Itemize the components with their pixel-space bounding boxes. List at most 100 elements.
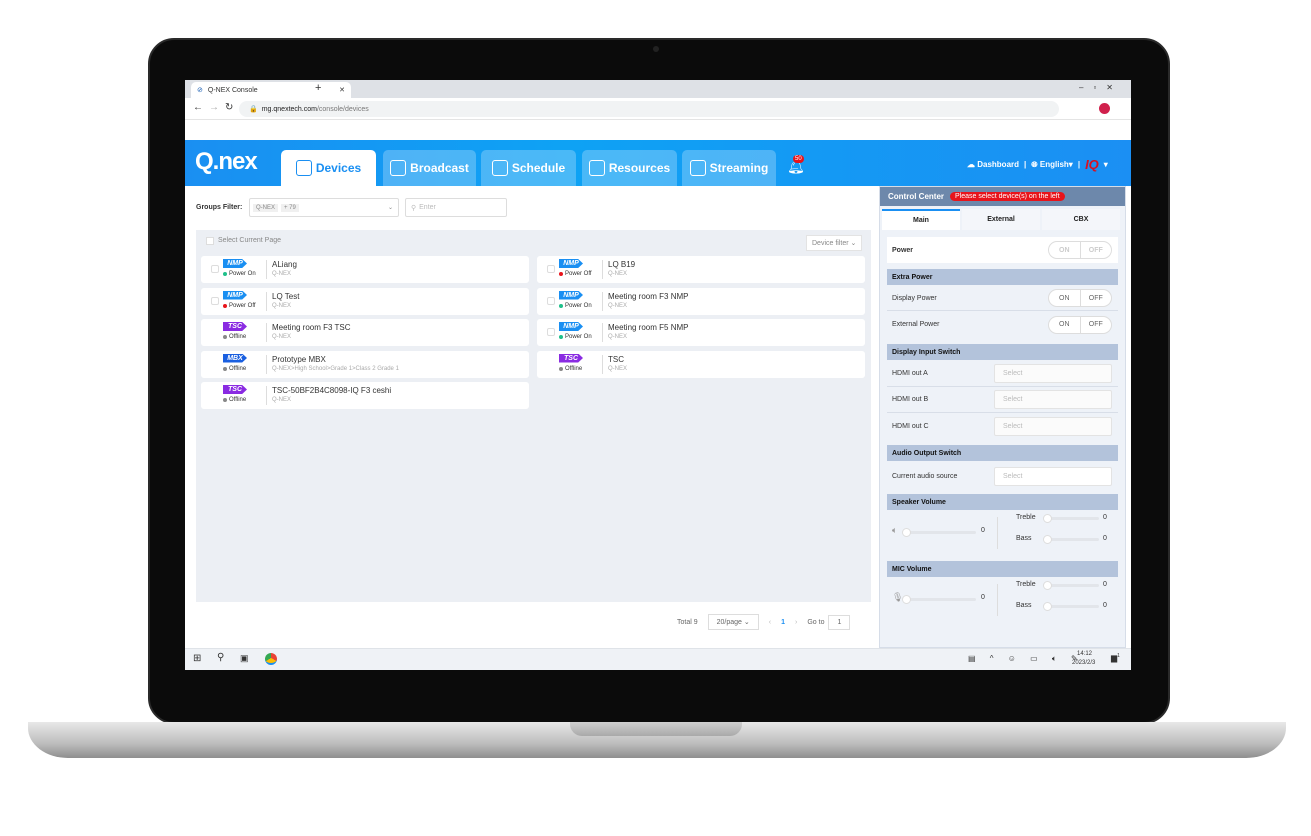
windows-taskbar: ⊞ ⚲ ▣ ▤ ^ ☺ ▭ 🔈︎ ✎ 14:12 2023/2/3 ▆1: [185, 648, 1131, 670]
warning-badge: Please select device(s) on the left: [950, 192, 1065, 201]
windows-start-icon[interactable]: ⊞: [193, 653, 201, 664]
on-option[interactable]: ON: [1049, 242, 1081, 258]
device-status: Offline: [559, 366, 582, 372]
hdmi-b-select[interactable]: Select: [994, 390, 1112, 409]
hdmi-c-select[interactable]: Select: [994, 416, 1112, 436]
page-size-select[interactable]: 20/page ⌄: [707, 614, 759, 630]
speaker-bass-slider[interactable]: [1043, 535, 1099, 544]
display-power-toggle[interactable]: ON OFF: [1048, 289, 1112, 307]
group-tag[interactable]: Q-NEX: [253, 203, 279, 212]
forward-icon[interactable]: →: [209, 102, 219, 113]
new-tab-icon[interactable]: +: [315, 82, 321, 94]
browser-tab[interactable]: ⊘ Q-NEX Console ✕: [191, 82, 351, 98]
search-input[interactable]: ⚲ Enter: [405, 198, 507, 217]
slider-handle[interactable]: [1043, 602, 1052, 611]
device-status: Offline: [223, 366, 246, 372]
tab-main[interactable]: Main: [882, 209, 960, 230]
device-card[interactable]: TSC Offline Meeting room F3 TSC Q-NEX: [201, 319, 529, 346]
speaker-volume-value: 0: [981, 527, 985, 534]
dashboard-link[interactable]: ☁ Dashboard: [967, 160, 1019, 169]
external-power-toggle[interactable]: ON OFF: [1048, 315, 1112, 334]
audio-source-select[interactable]: Select: [994, 466, 1112, 486]
device-filter-button[interactable]: Device filter ⌄: [806, 235, 863, 251]
bass-label: Bass: [1016, 535, 1032, 542]
close-icon[interactable]: ✕: [339, 86, 345, 94]
device-card[interactable]: TSC Offline TSC-50BF2B4C8098-IQ F3 ceshi…: [201, 382, 529, 409]
status-dot: [223, 303, 227, 308]
device-checkbox[interactable]: [547, 296, 555, 305]
search-icon[interactable]: ⚲: [217, 652, 224, 663]
off-option[interactable]: OFF: [1081, 242, 1112, 258]
task-view-icon[interactable]: ▣: [240, 653, 249, 664]
device-name: LQ Test: [272, 291, 300, 301]
speaker-volume-slider[interactable]: [902, 528, 976, 537]
tab-devices[interactable]: Devices: [281, 150, 376, 186]
goto-input[interactable]: 1: [828, 614, 851, 630]
profile-avatar[interactable]: [1099, 103, 1110, 114]
hdmi-a-row: HDMI out A Select: [887, 361, 1118, 387]
clock-time[interactable]: 14:12: [1077, 651, 1092, 657]
speaker-treble-slider[interactable]: [1043, 514, 1099, 523]
tab-streaming[interactable]: Streaming: [682, 150, 776, 186]
clock-date[interactable]: 2023/2/3: [1072, 660, 1095, 666]
window-controls[interactable]: –▫✕: [1079, 83, 1123, 92]
system-tray[interactable]: ▤ ^ ☺ ▭ 🔈︎ ✎: [968, 654, 1084, 664]
row-label: HDMI out A: [892, 370, 928, 377]
slider-handle[interactable]: [1043, 581, 1052, 590]
notification-badge: 50: [793, 155, 804, 163]
power-toggle[interactable]: ON OFF: [1048, 241, 1112, 259]
status-dot: [223, 335, 227, 339]
current-page[interactable]: 1: [781, 619, 785, 626]
device-checkbox[interactable]: [211, 265, 219, 273]
slider-handle[interactable]: [902, 528, 911, 537]
audio-source-row: Current audio source Select: [887, 463, 1118, 489]
pagination: Total 9 20/page ⌄ ‹ 1 › Go to 1: [677, 614, 851, 630]
device-type-badge: TSC: [559, 353, 583, 363]
off-option[interactable]: OFF: [1081, 290, 1112, 306]
mic-bass-slider[interactable]: [1043, 602, 1099, 611]
device-list: Select Current Page Device filter ⌄ NMP …: [196, 230, 871, 602]
user-logo[interactable]: IQ: [1085, 157, 1099, 172]
device-card[interactable]: NMP Power Off LQ Test Q-NEX: [201, 287, 529, 315]
select-page-checkbox[interactable]: [206, 237, 214, 245]
mic-volume-slider[interactable]: [902, 595, 976, 604]
off-option[interactable]: OFF: [1081, 317, 1112, 333]
mic-treble-slider[interactable]: [1043, 581, 1099, 590]
tab-schedule[interactable]: Schedule: [481, 150, 576, 186]
device-card[interactable]: NMP Power On Meeting room F5 NMP Q-NEX: [537, 319, 865, 346]
device-card[interactable]: NMP Power On ALiang Q-NEX: [201, 256, 529, 283]
on-option[interactable]: ON: [1049, 290, 1081, 306]
device-card[interactable]: NMP Power On Meeting room F3 NMP Q-NEX: [537, 287, 865, 315]
back-icon[interactable]: ←: [193, 102, 203, 113]
device-group: Q-NEX: [608, 365, 628, 372]
tab-cbx[interactable]: CBX: [1042, 209, 1120, 230]
tab-external[interactable]: External: [962, 209, 1040, 230]
tab-resources[interactable]: Resources: [582, 150, 677, 186]
goto-label: Go to: [807, 618, 825, 626]
device-name: TSC-50BF2B4C8098-IQ F3 ceshi: [272, 386, 392, 395]
notification-center-icon[interactable]: ▆1: [1111, 653, 1120, 663]
tab-broadcast[interactable]: Broadcast: [383, 150, 476, 186]
url-input[interactable]: 🔒 mg.qnextech.com/console/devices: [239, 101, 1059, 117]
groups-filter-select[interactable]: Q-NEX + 79 ⌄: [249, 198, 399, 217]
device-checkbox[interactable]: [211, 296, 219, 305]
device-checkbox[interactable]: [547, 328, 555, 336]
divider: [266, 291, 267, 311]
language-select[interactable]: 🌐︎ English▾: [1031, 160, 1073, 170]
prev-page-icon[interactable]: ‹: [769, 619, 771, 626]
next-page-icon[interactable]: ›: [795, 619, 797, 626]
speaker-bass-value: 0: [1103, 535, 1107, 542]
slider-handle[interactable]: [1043, 514, 1052, 523]
device-checkbox[interactable]: [547, 265, 555, 273]
device-card[interactable]: TSC Offline TSC Q-NEX: [537, 350, 865, 378]
device-card[interactable]: NMP Power Off LQ B19 Q-NEX: [537, 256, 865, 283]
hdmi-a-select[interactable]: Select: [994, 364, 1112, 383]
user-menu-chevron[interactable]: ▾: [1104, 160, 1108, 169]
on-option[interactable]: ON: [1049, 316, 1081, 333]
reload-icon[interactable]: ↻: [225, 102, 233, 113]
device-type-badge: NMP: [223, 290, 247, 300]
chrome-icon[interactable]: [265, 653, 277, 665]
device-card[interactable]: MBX Offline Prototype MBX Q-NEX>High Sch…: [201, 350, 529, 378]
slider-handle[interactable]: [902, 595, 911, 604]
slider-handle[interactable]: [1043, 535, 1052, 544]
